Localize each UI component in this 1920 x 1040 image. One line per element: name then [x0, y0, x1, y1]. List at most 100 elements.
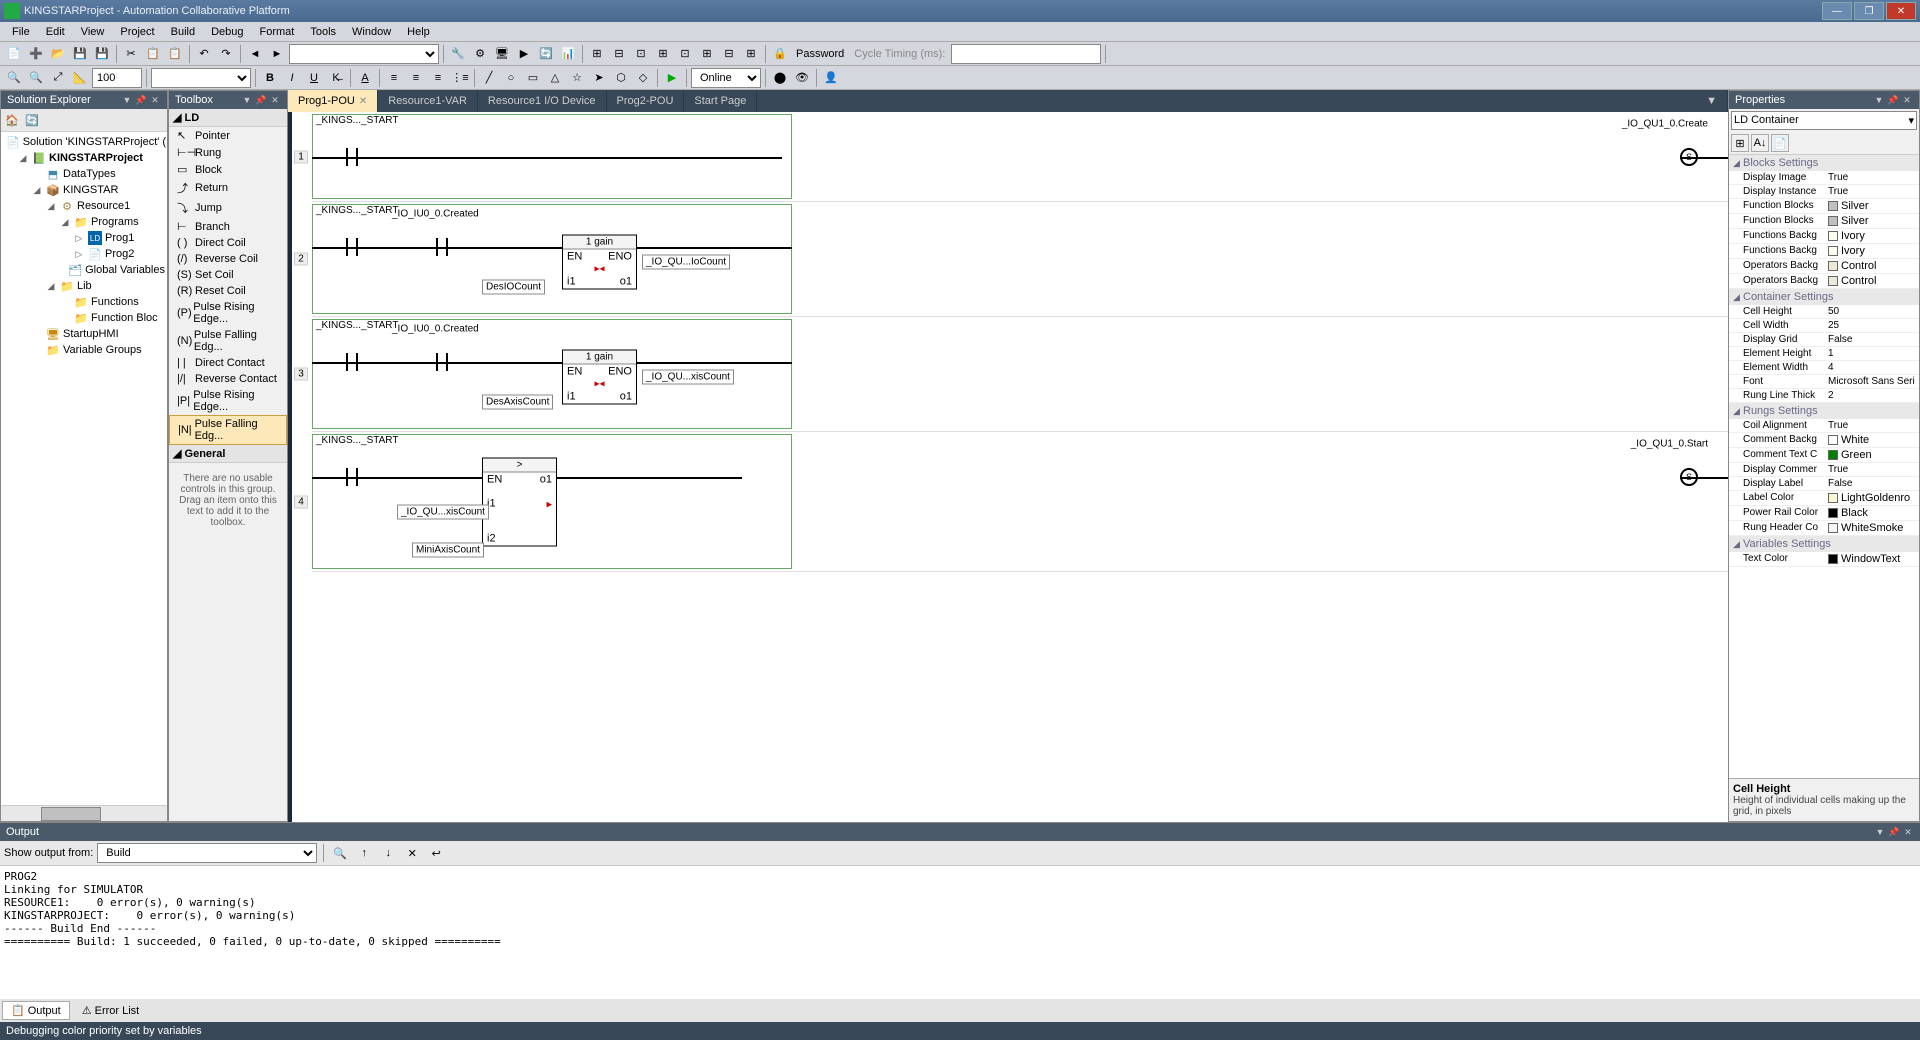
grid-btn-5[interactable]: ⊡ [675, 44, 695, 64]
menu-file[interactable]: File [4, 24, 38, 40]
prop-value[interactable]: Ivory [1824, 244, 1919, 258]
prop-row[interactable]: Operators BackgControl [1729, 259, 1919, 274]
open-button[interactable]: 📂 [48, 44, 68, 64]
ld-output-var[interactable]: _IO_QU...IoCount [642, 255, 730, 270]
lock-icon[interactable]: 🔒 [770, 44, 790, 64]
prop-row[interactable]: Coil AlignmentTrue [1729, 419, 1919, 433]
target-selector[interactable] [289, 44, 439, 64]
tree-solution[interactable]: 📄Solution 'KINGSTARProject' (1 p [3, 134, 165, 150]
ld-contact[interactable] [432, 237, 452, 257]
rung-4[interactable]: _KINGS..._START _IO_QU1_0.Start 4 > ENo1… [312, 432, 1728, 572]
ld-function-block[interactable]: > ENo1 i1▸ i2 [482, 458, 557, 547]
prop-row[interactable]: Function BlocksSilver [1729, 214, 1919, 229]
grid-btn-4[interactable]: ⊞ [653, 44, 673, 64]
prop-value[interactable]: Ivory [1824, 229, 1919, 243]
toolbox-group-ld[interactable]: ◢ LD [169, 109, 287, 127]
tool-btn-a[interactable]: 🔧 [448, 44, 468, 64]
tree-funcblocks[interactable]: 📁Function Bloc [3, 310, 165, 326]
dropdown-icon[interactable]: ▼ [1873, 94, 1885, 106]
font-selector[interactable] [151, 68, 251, 88]
align-right-button[interactable]: ≡ [428, 68, 448, 88]
new-button[interactable]: 📄 [4, 44, 24, 64]
prop-value[interactable]: Silver [1824, 199, 1919, 213]
tree-kingstar[interactable]: ◢📦KINGSTAR [3, 182, 165, 198]
toolbox-item[interactable]: ↖Pointer [169, 127, 287, 144]
alpha-sort-icon[interactable]: A↓ [1751, 134, 1769, 152]
prop-value[interactable]: 2 [1824, 389, 1919, 402]
prop-value[interactable]: LightGoldenro [1824, 491, 1919, 505]
tree-resource[interactable]: ◢⚙Resource1 [3, 198, 165, 214]
ld-output-var[interactable]: _IO_QU...xisCount [642, 370, 734, 385]
close-button[interactable]: ✕ [1886, 2, 1916, 20]
prop-value[interactable]: 50 [1824, 305, 1919, 318]
se-hscroll[interactable] [1, 805, 167, 821]
underline-button[interactable]: U [304, 68, 324, 88]
copy-button[interactable]: 📋 [143, 44, 163, 64]
tab-dropdown-icon[interactable]: ▼ [1696, 90, 1728, 112]
tree-globalvars[interactable]: 🗂Global Variables [3, 262, 165, 278]
ld-input-var[interactable]: MiniAxisCount [412, 543, 484, 558]
maximize-button[interactable]: ❐ [1854, 2, 1884, 20]
user-icon[interactable]: 👤 [821, 68, 841, 88]
find-icon[interactable]: 🔍 [330, 843, 350, 863]
prop-value[interactable]: 25 [1824, 319, 1919, 332]
ld-contact[interactable] [432, 352, 452, 372]
output-tab[interactable]: 📋 Output [2, 1001, 70, 1020]
ld-contact[interactable] [342, 467, 362, 487]
toolbox-item[interactable]: ⊢Branch [169, 218, 287, 235]
tab-startpage[interactable]: Start Page [684, 90, 757, 112]
rung-1[interactable]: _KINGS..._START _IO_QU1_0.Create 1 S [312, 112, 1728, 202]
tree-prog1[interactable]: ▷LDProg1 [3, 230, 165, 246]
prop-value[interactable]: Silver [1824, 214, 1919, 228]
ld-contact[interactable] [342, 237, 362, 257]
prop-row[interactable]: Cell Width25 [1729, 319, 1919, 333]
run-button[interactable]: ▶ [662, 68, 682, 88]
tree-startuphmi[interactable]: 🖥StartupHMI [3, 326, 165, 342]
save-button[interactable]: 💾 [70, 44, 90, 64]
ld-contact[interactable] [342, 147, 362, 167]
prop-row[interactable]: Rung Header CoWhiteSmoke [1729, 521, 1919, 536]
zoom-100-icon[interactable]: 📐 [70, 68, 90, 88]
ld-contact[interactable] [342, 352, 362, 372]
prop-value[interactable]: True [1824, 171, 1919, 184]
properties-object-selector[interactable]: LD Container ▾ [1731, 111, 1917, 130]
grid-btn-1[interactable]: ⊞ [587, 44, 607, 64]
toolbox-item[interactable]: | |Direct Contact [169, 355, 287, 371]
shape-tri-icon[interactable]: △ [545, 68, 565, 88]
prop-value[interactable]: False [1824, 333, 1919, 346]
prop-value[interactable]: 4 [1824, 361, 1919, 374]
bold-button[interactable]: B [260, 68, 280, 88]
prop-row[interactable]: Cell Height50 [1729, 305, 1919, 319]
menu-view[interactable]: View [73, 24, 113, 40]
prop-row[interactable]: Operators BackgControl [1729, 274, 1919, 289]
breakpoint-icon[interactable]: ⬤ [770, 68, 790, 88]
shape-arrow-icon[interactable]: ➤ [589, 68, 609, 88]
close-panel-icon[interactable]: ✕ [1902, 826, 1914, 838]
refresh-icon[interactable]: 🔄 [23, 111, 41, 129]
menu-project[interactable]: Project [112, 24, 162, 40]
toolbox-item[interactable]: |P|Pulse Rising Edge... [169, 387, 287, 415]
toolbox-item[interactable]: ⊢⊣Rung [169, 144, 287, 161]
align-left-button[interactable]: ≡ [384, 68, 404, 88]
tab-prog2[interactable]: Prog2-POU [607, 90, 685, 112]
prop-row[interactable]: Display InstanceTrue [1729, 185, 1919, 199]
shape-rect-icon[interactable]: ▭ [523, 68, 543, 88]
shape-star-icon[interactable]: ☆ [567, 68, 587, 88]
nav-back-button[interactable]: ◄ [245, 44, 265, 64]
toolbox-item[interactable]: ⤴Return [169, 178, 287, 198]
prop-row[interactable]: Comment Text CGreen [1729, 448, 1919, 463]
toolbox-item[interactable]: |N|Pulse Falling Edg... [169, 415, 287, 445]
menu-tools[interactable]: Tools [302, 24, 344, 40]
toolbox-item[interactable]: ⤵Jump [169, 198, 287, 218]
tool-btn-d[interactable]: ▶ [514, 44, 534, 64]
watch-icon[interactable]: 👁 [792, 68, 812, 88]
dropdown-icon[interactable]: ▼ [241, 94, 253, 106]
cycle-timing-input[interactable] [951, 44, 1101, 64]
prop-row[interactable]: Comment BackgWhite [1729, 433, 1919, 448]
ld-function-block[interactable]: 1 gain ENENO ▸◂ i1o1 [562, 350, 637, 405]
prop-row[interactable]: Function BlocksSilver [1729, 199, 1919, 214]
tool-btn-e[interactable]: 🔄 [536, 44, 556, 64]
save-all-button[interactable]: 💾 [92, 44, 112, 64]
shape-diamond-icon[interactable]: ◇ [633, 68, 653, 88]
prop-value[interactable]: White [1824, 433, 1919, 447]
